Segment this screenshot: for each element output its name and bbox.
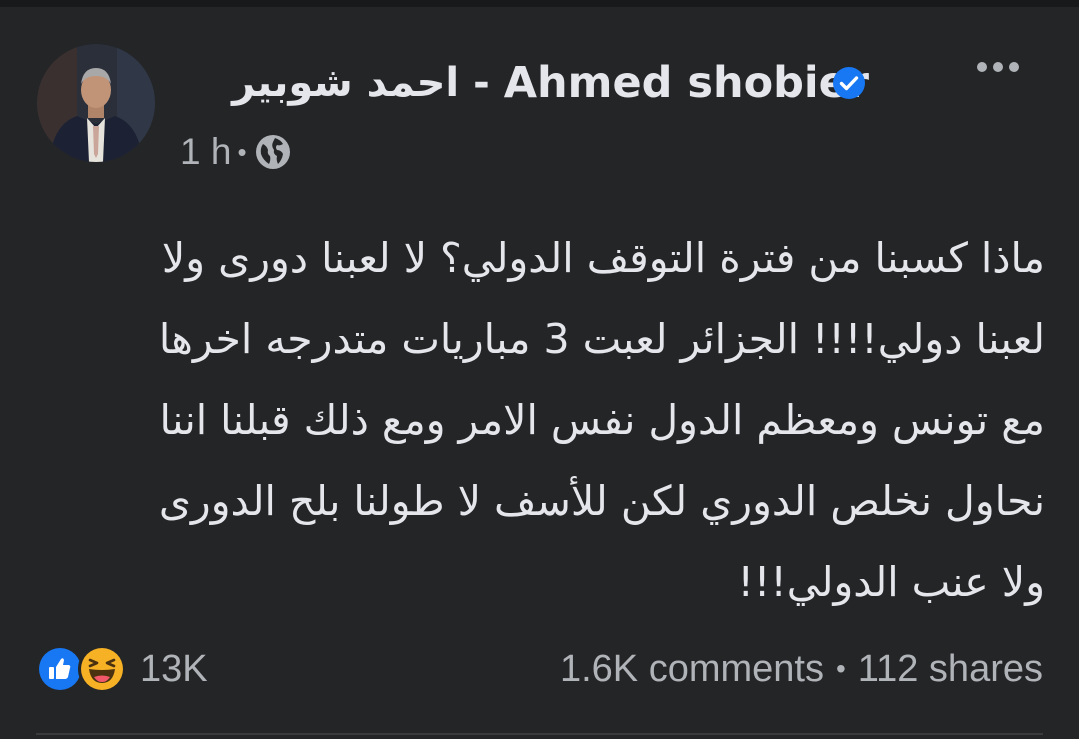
post-text-line: نحاول نخلص الدوري لكن للأسف لا طولنا بلح… xyxy=(158,477,1045,525)
comments-count[interactable]: 1.6K comments xyxy=(560,648,824,691)
post-timestamp[interactable]: 1 h xyxy=(180,131,231,173)
haha-icon xyxy=(78,645,126,693)
engagement-stats: 1.6K comments • 112 shares xyxy=(560,644,1043,694)
globe-icon[interactable] xyxy=(255,134,291,170)
author-name-arabic[interactable]: احمد شوبير xyxy=(232,60,459,106)
post-text-line: مع تونس ومعظم الدول نفس الامر ومع ذلك قب… xyxy=(159,396,1045,444)
like-icon xyxy=(36,645,84,693)
post-text-line: ماذا كسبنا من فترة التوقف الدولي؟ لا لعب… xyxy=(161,234,1045,282)
top-strip xyxy=(0,0,1079,7)
more-options-icon xyxy=(977,62,987,72)
reactions-summary[interactable]: 13K xyxy=(36,644,208,694)
more-options-icon xyxy=(1009,62,1019,72)
shares-count[interactable]: 112 shares xyxy=(858,648,1043,691)
author-name[interactable]: احمد شوبير - Ahmed shobier xyxy=(232,58,869,108)
post-meta: 1 h • xyxy=(180,130,291,174)
author-name-separator: - xyxy=(473,60,490,106)
more-options-icon xyxy=(993,62,1003,72)
avatar[interactable] xyxy=(37,44,155,162)
engagement-separator: • xyxy=(835,653,846,684)
author-name-english[interactable]: Ahmed shobier xyxy=(504,58,869,108)
verified-badge-icon xyxy=(833,67,865,99)
more-options-button[interactable] xyxy=(968,52,1028,82)
post-text-line: ولا عنب الدولي!!! xyxy=(737,558,1045,606)
post-text-line: لعبنا دولي!!!! الجزائر لعبت 3 مباريات مت… xyxy=(158,315,1045,363)
meta-separator: • xyxy=(237,136,247,167)
post-text: ماذا كسبنا من فترة التوقف الدولي؟ لا لعب… xyxy=(40,218,1045,623)
divider xyxy=(36,733,1043,735)
reaction-count[interactable]: 13K xyxy=(140,648,208,691)
